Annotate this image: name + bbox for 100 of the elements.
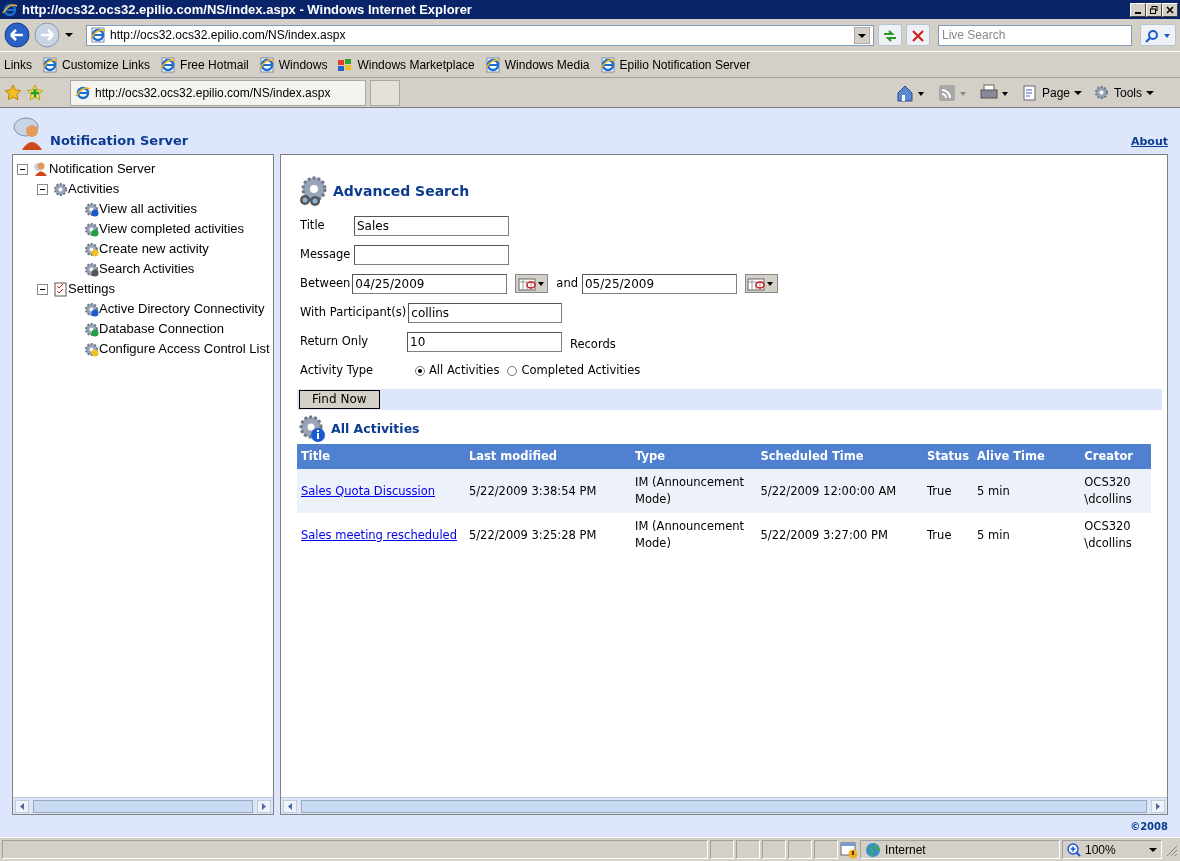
add-favorite-icon[interactable] <box>26 83 44 102</box>
horizontal-scrollbar[interactable] <box>281 797 1167 814</box>
tools-menu[interactable]: Tools <box>1094 83 1154 102</box>
collapse-toggle-icon[interactable] <box>37 183 48 195</box>
collapse-toggle-icon[interactable] <box>37 283 48 295</box>
collapse-toggle-icon[interactable] <box>17 163 28 175</box>
gear-icon <box>84 241 99 257</box>
table-cell: IM (Announcement Mode) <box>635 519 745 551</box>
table-cell: True <box>927 527 952 542</box>
page-icon <box>160 56 177 73</box>
page-icon <box>258 56 275 73</box>
favorite-link[interactable]: Epilio Notification Server <box>599 55 751 74</box>
links-label: Links <box>4 56 32 74</box>
column-header: Creator <box>1080 444 1151 470</box>
restore-button[interactable] <box>1146 2 1162 17</box>
gear-icon <box>84 221 99 237</box>
page-icon <box>90 27 106 43</box>
column-header: Title <box>297 444 465 470</box>
field-label: Return Only <box>300 332 370 350</box>
tree-item[interactable]: View all activities <box>17 199 269 219</box>
printer-icon[interactable] <box>979 83 1010 102</box>
tree-item[interactable]: Database Connection <box>17 319 269 339</box>
calendar-button[interactable] <box>515 274 549 293</box>
radio-button[interactable] <box>415 365 425 376</box>
tree-item[interactable]: Notification Server <box>17 159 269 179</box>
radio-option[interactable]: All Activities <box>415 361 500 380</box>
refresh-button[interactable] <box>878 24 902 46</box>
tree-item[interactable]: Create new activity <box>17 239 269 259</box>
gears-icon <box>53 181 68 197</box>
calendar-button[interactable] <box>744 274 778 293</box>
search-button[interactable] <box>1140 24 1176 46</box>
caret-icon <box>1149 845 1157 854</box>
radio-option[interactable]: Completed Activities <box>507 361 641 380</box>
checklist-icon <box>53 281 68 297</box>
date-field[interactable]: 04/25/2009 <box>352 273 508 294</box>
tree-item[interactable]: Settings <box>17 279 269 299</box>
address-field[interactable]: http://ocs32.ocs32.epilio.com/NS/index.aspx <box>86 24 874 46</box>
minimize-button[interactable] <box>1130 2 1146 17</box>
column-header: Scheduled Time <box>756 444 924 470</box>
stop-button[interactable] <box>906 24 930 46</box>
field-suffix: Records <box>570 335 616 353</box>
scroll-left-icon <box>15 799 29 813</box>
tree-item[interactable]: Configure Access Control List <box>17 339 269 359</box>
dropdown-caret-icon[interactable] <box>854 26 870 44</box>
field-label: Message <box>300 245 352 263</box>
tree-item[interactable]: Search Activities <box>17 259 269 279</box>
gear-icon <box>1094 84 1110 101</box>
favorite-link[interactable]: Windows Marketplace <box>337 55 475 74</box>
input-field[interactable]: 10 <box>407 331 562 352</box>
field-label: With Participant(s) <box>300 303 407 321</box>
home-icon[interactable] <box>895 83 926 102</box>
close-button[interactable] <box>1162 2 1178 17</box>
back-button[interactable] <box>4 22 30 48</box>
table-cell: 5/22/2009 3:38:54 PM <box>468 483 597 498</box>
stop-icon <box>912 29 924 42</box>
gear-icon <box>84 321 99 337</box>
favorite-link[interactable]: Free Hotmail <box>160 55 249 74</box>
zoom-control[interactable]: 100% <box>1062 840 1162 859</box>
restore-icon <box>1150 5 1158 14</box>
column-header: Type <box>631 444 757 470</box>
scroll-right-icon <box>257 799 271 813</box>
search-field[interactable]: Live Search <box>938 24 1132 46</box>
gear-icon <box>84 301 99 317</box>
person-icon <box>33 161 49 177</box>
page-menu[interactable]: Page <box>1021 83 1082 102</box>
field-label: Between <box>300 274 351 292</box>
browser-tab[interactable]: http://ocs32.ocs32.epilio.com/NS/index.aspx <box>70 79 366 106</box>
date-field[interactable]: 05/25/2009 <box>581 273 737 294</box>
popup-blocked-icon <box>840 840 858 859</box>
dropdown-caret-icon[interactable] <box>64 30 74 40</box>
column-header: Status <box>923 444 974 470</box>
tree-item[interactable]: Active Directory Connectivity <box>17 299 269 319</box>
tree-item[interactable]: Activities <box>17 179 269 199</box>
find-now-button[interactable]: Find Now <box>299 390 380 409</box>
input-field[interactable]: collins <box>408 302 563 323</box>
activity-link[interactable]: Sales Quota Discussion <box>301 483 435 498</box>
minimize-icon <box>1135 11 1141 14</box>
column-header: Alive Time <box>973 444 1081 470</box>
input-field[interactable] <box>354 244 509 265</box>
gear-binoculars-icon <box>297 175 329 207</box>
zoom-icon <box>1067 842 1081 857</box>
about-link[interactable]: About <box>1130 133 1168 150</box>
favorite-link[interactable]: Customize Links <box>42 55 151 74</box>
favorite-link[interactable]: Windows Media <box>484 55 590 74</box>
activity-link[interactable]: Sales meeting rescheduled <box>301 527 457 542</box>
close-icon <box>1166 5 1174 14</box>
horizontal-scrollbar[interactable] <box>13 797 273 814</box>
field-label: Activity Type <box>300 361 375 379</box>
tree-item[interactable]: View completed activities <box>17 219 269 239</box>
favorites-star-icon[interactable] <box>4 83 22 102</box>
radio-button[interactable] <box>507 365 518 376</box>
search-icon <box>1144 28 1172 43</box>
favorite-link[interactable]: Windows <box>258 55 328 74</box>
input-field[interactable]: Sales <box>354 215 509 236</box>
globe-icon <box>865 841 881 858</box>
table-cell: 5 min <box>977 483 1010 498</box>
caret-icon <box>1146 88 1154 97</box>
joiner-label: and <box>556 274 578 292</box>
section-heading: All Activities <box>331 419 420 438</box>
gear-icon <box>84 341 99 357</box>
